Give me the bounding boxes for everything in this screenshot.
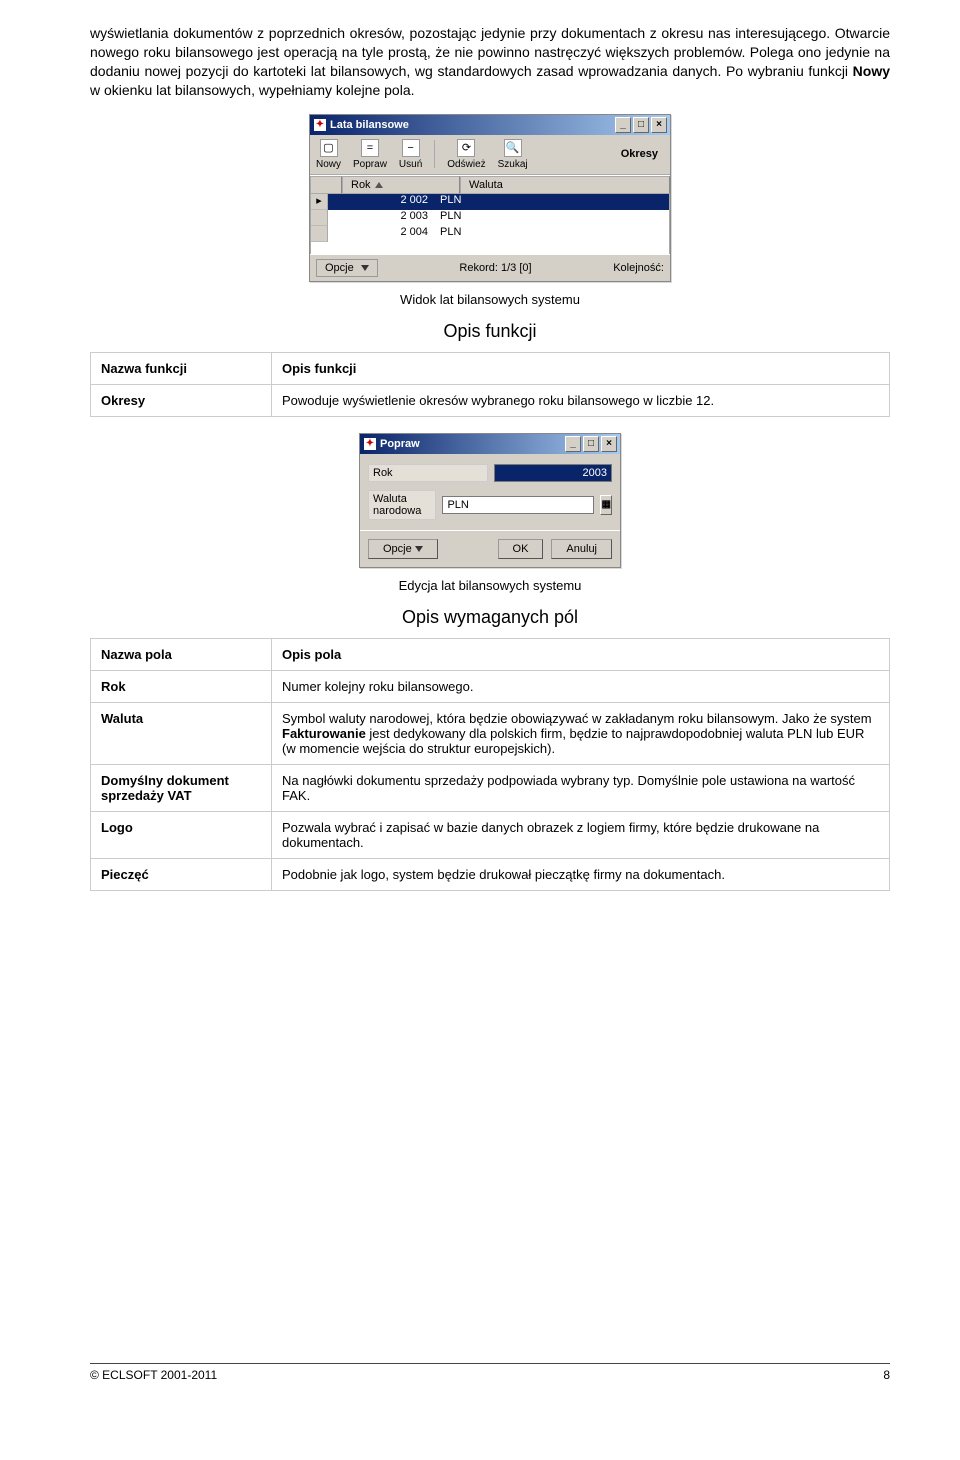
- record-status: Rekord: 1/3 [0]: [459, 262, 531, 274]
- col-header: Nazwa funkcji: [91, 352, 272, 384]
- nowy-button[interactable]: ▢Nowy: [316, 139, 341, 170]
- col-header: Nazwa pola: [91, 638, 272, 670]
- section-title-opis-pol: Opis wymaganych pól: [90, 607, 890, 628]
- window-titlebar[interactable]: ✦ Lata bilansowe _ □ ×: [310, 115, 670, 135]
- intro-paragraph: wyświetlania dokumentów z poprzednich ok…: [90, 24, 890, 100]
- col-header: Opis pola: [272, 638, 890, 670]
- row-indicator-icon: ▸: [311, 194, 328, 210]
- table-row[interactable]: ▸ 2 002 PLN: [311, 194, 669, 210]
- window-titlebar[interactable]: ✦ Popraw _ □ ×: [360, 434, 620, 454]
- okresy-button[interactable]: Okresy: [621, 148, 664, 160]
- col-rok[interactable]: Rok: [342, 176, 460, 194]
- window-title: Lata bilansowe: [330, 119, 409, 131]
- usun-button[interactable]: −Usuń: [399, 139, 422, 170]
- label-waluta: Waluta narodowa: [368, 490, 436, 520]
- close-icon[interactable]: ×: [601, 436, 617, 452]
- window-title: Popraw: [380, 438, 420, 450]
- table-row[interactable]: 2 003 PLN: [311, 210, 669, 226]
- table-row[interactable]: 2 004 PLN: [311, 226, 669, 242]
- table-row: Rok Numer kolejny roku bilansowego.: [91, 670, 890, 702]
- kolejnosc-label: Kolejność:: [613, 262, 664, 274]
- figure-caption: Widok lat bilansowych systemu: [400, 292, 580, 307]
- window-popraw: ✦ Popraw _ □ × Rok 2003 Waluta narodowa …: [359, 433, 621, 568]
- opcje-button[interactable]: Opcje: [368, 539, 438, 559]
- minimize-icon[interactable]: _: [615, 117, 631, 133]
- odswiez-button[interactable]: ⟳Odśwież: [447, 139, 485, 170]
- table-row: Logo Pozwala wybrać i zapisać w bazie da…: [91, 811, 890, 858]
- app-icon: ✦: [364, 438, 376, 450]
- ok-button[interactable]: OK: [498, 539, 544, 559]
- maximize-icon[interactable]: □: [583, 436, 599, 452]
- page-number: 8: [883, 1368, 890, 1382]
- chevron-down-icon: [415, 546, 423, 552]
- footer-copyright: © ECLSOFT 2001-2011: [90, 1368, 217, 1382]
- szukaj-button[interactable]: 🔍Szukaj: [498, 139, 528, 170]
- waluta-field[interactable]: [442, 496, 594, 514]
- app-icon: ✦: [314, 119, 326, 131]
- close-icon[interactable]: ×: [651, 117, 667, 133]
- popraw-button[interactable]: =Popraw: [353, 139, 387, 170]
- label-rok: Rok: [368, 464, 488, 482]
- table-row: Okresy Powoduje wyświetlenie okresów wyb…: [91, 384, 890, 416]
- figure-caption: Edycja lat bilansowych systemu: [399, 578, 582, 593]
- maximize-icon[interactable]: □: [633, 117, 649, 133]
- opcje-button[interactable]: Opcje: [316, 259, 378, 277]
- table-row: Waluta Symbol waluty narodowej, która bę…: [91, 702, 890, 764]
- lookup-icon[interactable]: ▦: [600, 495, 612, 515]
- window-lata-bilansowe: ✦ Lata bilansowe _ □ × ▢Nowy =Popraw −Us…: [309, 114, 671, 282]
- minimize-icon[interactable]: _: [565, 436, 581, 452]
- col-waluta[interactable]: Waluta: [460, 176, 670, 194]
- table-opis-pol: Nazwa pola Opis pola Rok Numer kolejny r…: [90, 638, 890, 891]
- anuluj-button[interactable]: Anuluj: [551, 539, 612, 559]
- rok-field[interactable]: 2003: [494, 464, 612, 482]
- table-row: Pieczęć Podobnie jak logo, system będzie…: [91, 858, 890, 890]
- section-title-opis-funkcji: Opis funkcji: [90, 321, 890, 342]
- chevron-down-icon: [361, 265, 369, 271]
- col-header: Opis funkcji: [272, 352, 890, 384]
- table-row: Domyślny dokument sprzedaży VAT Na nagłó…: [91, 764, 890, 811]
- grid-header: Rok Waluta: [310, 175, 670, 194]
- sort-asc-icon: [375, 182, 383, 188]
- toolbar: ▢Nowy =Popraw −Usuń ⟳Odśwież 🔍Szukaj Okr…: [310, 135, 670, 175]
- table-opis-funkcji: Nazwa funkcji Opis funkcji Okresy Powodu…: [90, 352, 890, 417]
